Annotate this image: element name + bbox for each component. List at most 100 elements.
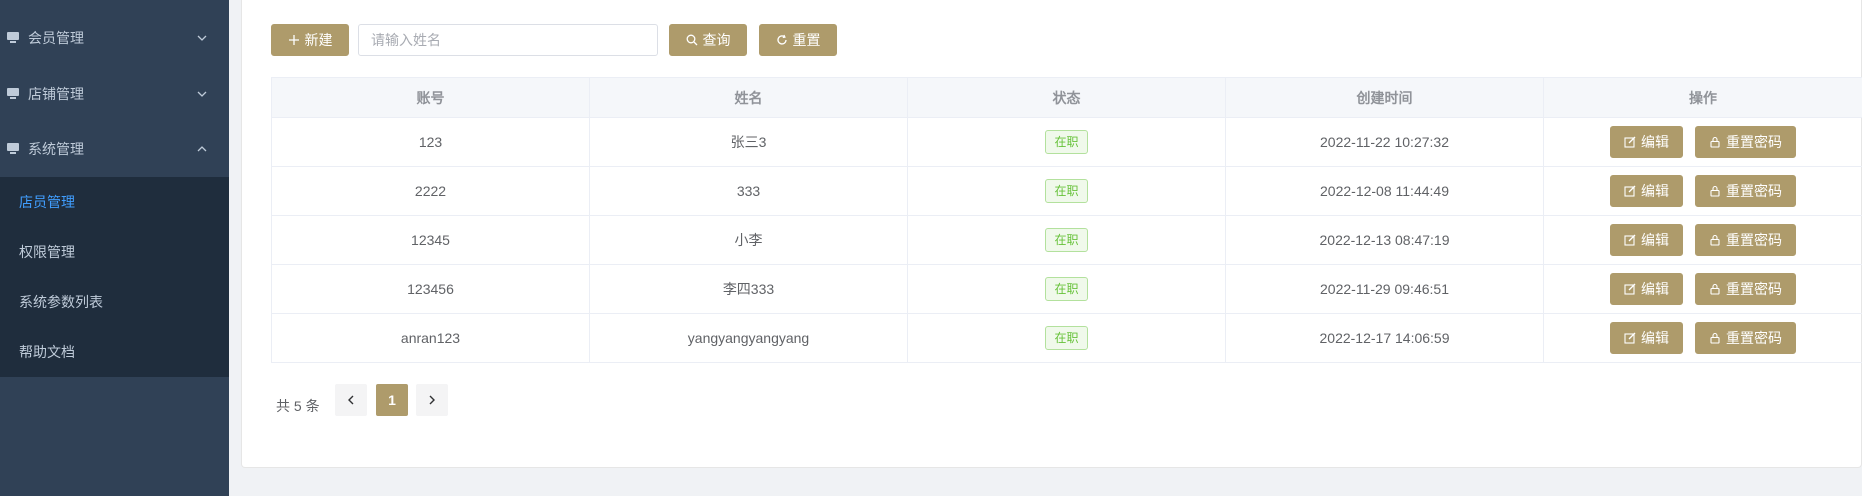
cell-created: 2022-12-17 14:06:59 <box>1225 313 1544 363</box>
header-created: 创建时间 <box>1225 77 1544 118</box>
next-page-button[interactable] <box>416 384 448 416</box>
menu-group-label: 系统管理 <box>28 141 84 157</box>
cell-account: 12345 <box>271 215 590 265</box>
page-button-1[interactable]: 1 <box>376 384 408 416</box>
cell-status: 在职 <box>907 313 1226 363</box>
reset-password-button-label: 重置密码 <box>1726 281 1782 297</box>
status-badge: 在职 <box>1045 277 1088 301</box>
status-badge: 在职 <box>1045 179 1088 203</box>
edit-button[interactable]: 编辑 <box>1610 224 1683 256</box>
cell-name: 小李 <box>589 215 908 265</box>
menu-group-stores[interactable]: 店铺管理 <box>0 66 229 122</box>
row-actions: 编辑 重置密码 <box>1552 175 1854 207</box>
reset-password-button-label: 重置密码 <box>1726 183 1782 199</box>
cell-name: yangyangyangyang <box>589 313 908 363</box>
cell-actions: 编辑 重置密码 <box>1543 215 1862 265</box>
pagination-total: 共 5 条 <box>276 398 320 414</box>
sidebar-item-help-docs[interactable]: 帮助文档 <box>0 327 229 377</box>
lock-icon <box>1710 185 1720 197</box>
query-button[interactable]: 查询 <box>669 24 747 56</box>
prev-page-button[interactable] <box>335 384 367 416</box>
edit-button[interactable]: 编辑 <box>1610 126 1683 158</box>
query-button-label: 查询 <box>702 32 731 48</box>
table-row: anran123 yangyangyangyang 在职 2022-12-17 … <box>271 313 1862 363</box>
menu-group-label: 会员管理 <box>28 30 84 46</box>
edit-icon <box>1624 136 1636 148</box>
status-badge: 在职 <box>1045 326 1088 350</box>
edit-button[interactable]: 编辑 <box>1610 273 1683 305</box>
search-icon <box>686 34 697 46</box>
sidebar-item-label: 店员管理 <box>19 194 75 210</box>
reset-password-button[interactable]: 重置密码 <box>1695 322 1796 354</box>
table-row: 2222 333 在职 2022-12-08 11:44:49 编辑 重置密码 <box>271 166 1862 216</box>
status-badge: 在职 <box>1045 228 1088 252</box>
sidebar-item-label: 帮助文档 <box>19 344 75 360</box>
cell-name: 李四333 <box>589 264 908 314</box>
reset-password-button[interactable]: 重置密码 <box>1695 224 1796 256</box>
row-actions: 编辑 重置密码 <box>1552 126 1854 158</box>
table-row: 123 张三3 在职 2022-11-22 10:27:32 编辑 重置密码 <box>271 117 1862 167</box>
header-name: 姓名 <box>589 77 908 118</box>
sidebar: 会员管理 店铺管理 系统管理 店员管理 权限管理 系统参数列表 帮助文档 <box>0 0 229 496</box>
cell-actions: 编辑 重置密码 <box>1543 264 1862 314</box>
reset-password-button[interactable]: 重置密码 <box>1695 273 1796 305</box>
cell-name: 333 <box>589 166 908 216</box>
sidebar-item-staff[interactable]: 店员管理 <box>0 177 229 227</box>
lock-icon <box>1710 283 1720 295</box>
edit-button-label: 编辑 <box>1641 183 1669 199</box>
cell-account: 123 <box>271 117 590 167</box>
menu-group-system[interactable]: 系统管理 <box>0 121 229 177</box>
cell-status: 在职 <box>907 117 1226 167</box>
sidebar-item-permissions[interactable]: 权限管理 <box>0 227 229 277</box>
edit-button-label: 编辑 <box>1641 232 1669 248</box>
cell-status: 在职 <box>907 166 1226 216</box>
name-search-input[interactable] <box>358 24 658 56</box>
cell-created: 2022-12-08 11:44:49 <box>1225 166 1544 216</box>
table-row: 12345 小李 在职 2022-12-13 08:47:19 编辑 重置密码 <box>271 215 1862 265</box>
row-actions: 编辑 重置密码 <box>1552 224 1854 256</box>
monitor-icon <box>7 32 19 43</box>
reset-button-label: 重置 <box>792 32 821 48</box>
chevron-left-icon <box>348 395 354 405</box>
edit-button-label: 编辑 <box>1641 330 1669 346</box>
reset-password-button[interactable]: 重置密码 <box>1695 126 1796 158</box>
edit-button-label: 编辑 <box>1641 134 1669 150</box>
cell-account: anran123 <box>271 313 590 363</box>
chevron-down-icon <box>197 35 207 41</box>
chevron-right-icon <box>429 395 435 405</box>
status-badge: 在职 <box>1045 130 1088 154</box>
edit-button[interactable]: 编辑 <box>1610 322 1683 354</box>
cell-actions: 编辑 重置密码 <box>1543 117 1862 167</box>
header-status: 状态 <box>907 77 1226 118</box>
edit-button[interactable]: 编辑 <box>1610 175 1683 207</box>
reset-password-button[interactable]: 重置密码 <box>1695 175 1796 207</box>
sidebar-item-system-params[interactable]: 系统参数列表 <box>0 277 229 327</box>
sidebar-item-label: 权限管理 <box>19 244 75 260</box>
menu-group-members[interactable]: 会员管理 <box>0 10 229 66</box>
cell-created: 2022-11-29 09:46:51 <box>1225 264 1544 314</box>
chevron-up-icon <box>197 146 207 152</box>
cell-actions: 编辑 重置密码 <box>1543 166 1862 216</box>
lock-icon <box>1710 332 1720 344</box>
staff-table: 账号 姓名 状态 创建时间 操作 123 张三3 在职 2022-11-22 1… <box>271 77 1862 363</box>
table-row: 123456 李四333 在职 2022-11-29 09:46:51 编辑 重… <box>271 264 1862 314</box>
edit-icon <box>1624 234 1636 246</box>
cell-name: 张三3 <box>589 117 908 167</box>
cell-status: 在职 <box>907 215 1226 265</box>
edit-icon <box>1624 283 1636 295</box>
chevron-down-icon <box>197 91 207 97</box>
cell-account: 2222 <box>271 166 590 216</box>
plus-icon <box>288 35 299 45</box>
monitor-icon <box>7 143 19 154</box>
edit-icon <box>1624 185 1636 197</box>
header-account: 账号 <box>271 77 590 118</box>
lock-icon <box>1710 136 1720 148</box>
cell-account: 123456 <box>271 264 590 314</box>
lock-icon <box>1710 234 1720 246</box>
row-actions: 编辑 重置密码 <box>1552 322 1854 354</box>
sidebar-item-label: 系统参数列表 <box>19 294 103 310</box>
new-button[interactable]: 新建 <box>271 24 349 56</box>
reset-button[interactable]: 重置 <box>759 24 837 56</box>
monitor-icon <box>7 88 19 99</box>
refresh-icon <box>776 34 787 45</box>
